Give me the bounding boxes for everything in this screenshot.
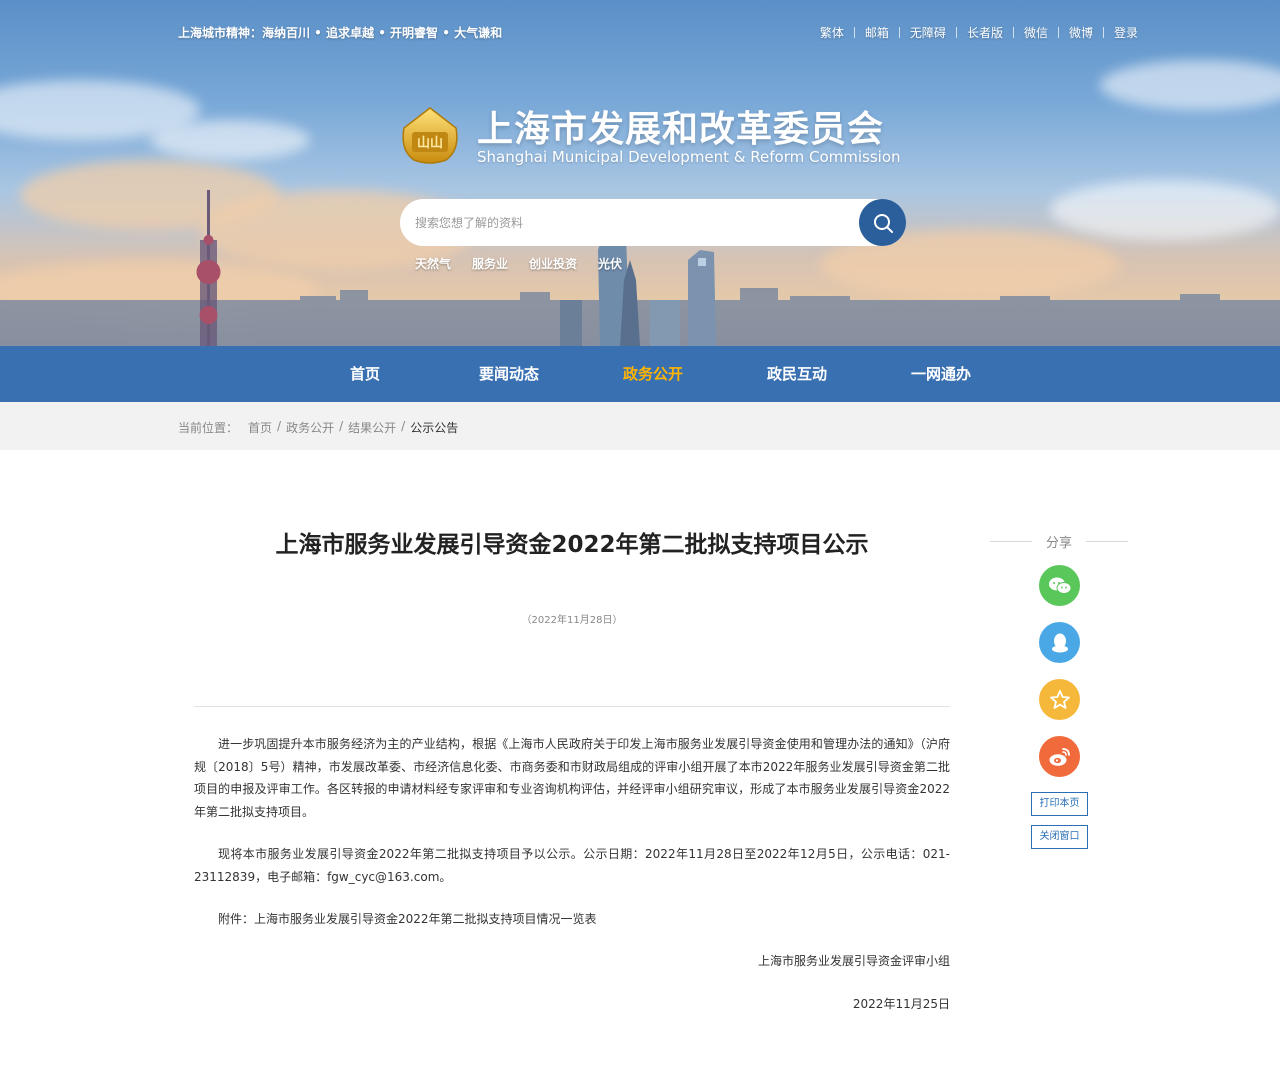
divider xyxy=(955,27,957,38)
favorite-star-icon xyxy=(1049,689,1070,709)
divider xyxy=(194,706,950,707)
breadcrumb: 当前位置： 首页 / 政务公开 / 结果公开 / 公示公告 xyxy=(178,419,458,436)
print-page-button[interactable]: 打印本页 xyxy=(1031,792,1088,816)
search-input[interactable] xyxy=(400,199,859,246)
breadcrumb-separator: / xyxy=(339,419,344,433)
wechat-link[interactable]: 微信 xyxy=(1024,24,1048,41)
share-weibo-button[interactable] xyxy=(1039,736,1080,777)
weibo-icon xyxy=(1049,747,1070,766)
elderly-version-link[interactable]: 长者版 xyxy=(967,24,1003,41)
close-window-button[interactable]: 关闭窗口 xyxy=(1031,825,1088,849)
nav-government-affairs[interactable]: 政务公开 xyxy=(623,346,683,402)
wechat-icon xyxy=(1048,577,1071,594)
divider xyxy=(1012,27,1014,38)
breadcrumb-current: 公示公告 xyxy=(410,421,459,435)
breadcrumb-home[interactable]: 首页 xyxy=(248,419,272,436)
share-favorite-button[interactable] xyxy=(1039,679,1080,720)
divider xyxy=(1057,27,1059,38)
share-wechat-button[interactable] xyxy=(1039,565,1080,606)
article-title: 上海市服务业发展引导资金2022年第二批拟支持项目公示 xyxy=(275,532,869,558)
hot-word-service-industry[interactable]: 服务业 xyxy=(472,255,508,272)
weibo-link[interactable]: 微博 xyxy=(1069,24,1093,41)
site-title-english: Shanghai Municipal Development & Reform … xyxy=(477,148,901,166)
divider xyxy=(1102,27,1104,38)
signature-organization: 上海市服务业发展引导资金评审小组 xyxy=(757,954,950,968)
article-paragraph: 进一步巩固提升本市服务经济为主的产业结构，根据《上海市人民政府关于印发上海市服务… xyxy=(194,737,950,819)
article-body: 进一步巩固提升本市服务经济为主的产业结构，根据《上海市人民政府关于印发上海市服务… xyxy=(194,733,950,951)
hot-word-natural-gas[interactable]: 天然气 xyxy=(415,255,451,272)
city-slogan: 上海城市精神：海纳百川 • 追求卓越 • 开明睿智 • 大气谦和 xyxy=(178,26,503,40)
share-qq-button[interactable] xyxy=(1039,622,1080,663)
search-box xyxy=(400,199,906,246)
hot-word-venture-investment[interactable]: 创业投资 xyxy=(529,255,577,272)
article-date: （2022年11月28日） xyxy=(521,615,623,626)
top-utility-links: 繁体 邮箱 无障碍 长者版 微信 微博 登录 xyxy=(820,24,1138,41)
nav-online-services[interactable]: 一网通办 xyxy=(911,346,971,402)
traditional-chinese-link[interactable]: 繁体 xyxy=(820,24,844,41)
site-title: 上海市发展和改革委员会 xyxy=(477,109,885,150)
login-link[interactable]: 登录 xyxy=(1114,24,1138,41)
mailbox-link[interactable]: 邮箱 xyxy=(865,24,889,41)
divider xyxy=(1086,541,1128,542)
nav-home[interactable]: 首页 xyxy=(350,346,380,402)
qq-icon xyxy=(1051,633,1068,652)
header-banner: 上海城市精神：海纳百川 • 追求卓越 • 开明睿智 • 大气谦和 繁体 邮箱 无… xyxy=(0,0,1280,346)
nav-news[interactable]: 要闻动态 xyxy=(479,346,539,402)
main-navigation: 首页 要闻动态 政务公开 政民互动 一网通办 xyxy=(0,346,1280,402)
search-icon xyxy=(873,213,893,233)
breadcrumb-separator: / xyxy=(277,419,282,433)
emblem-text: 山山 xyxy=(417,135,443,151)
divider xyxy=(853,27,855,38)
divider xyxy=(898,27,900,38)
breadcrumb-label: 当前位置： xyxy=(178,421,239,435)
breadcrumb-results[interactable]: 结果公开 xyxy=(348,419,396,436)
commission-emblem-icon[interactable]: 山山 xyxy=(400,106,460,164)
article-paragraph: 现将本市服务业发展引导资金2022年第二批拟支持项目予以公示。公示日期：2022… xyxy=(194,847,950,884)
signature-date: 2022年11月25日 xyxy=(852,997,950,1011)
search-button[interactable] xyxy=(859,199,906,246)
nav-interaction[interactable]: 政民互动 xyxy=(767,346,827,402)
breadcrumb-government-affairs[interactable]: 政务公开 xyxy=(286,419,334,436)
attachment-link[interactable]: 附件：上海市服务业发展引导资金2022年第二批拟支持项目情况一览表 xyxy=(194,908,950,931)
accessibility-link[interactable]: 无障碍 xyxy=(910,24,946,41)
share-header: 分享 xyxy=(990,532,1128,552)
breadcrumb-separator: / xyxy=(401,419,406,433)
breadcrumb-bar: 当前位置： 首页 / 政务公开 / 结果公开 / 公示公告 xyxy=(0,402,1280,450)
hot-search-words: 天然气 服务业 创业投资 光伏 xyxy=(415,255,643,272)
hot-word-photovoltaic[interactable]: 光伏 xyxy=(598,255,622,272)
city-skyline xyxy=(0,190,1280,346)
